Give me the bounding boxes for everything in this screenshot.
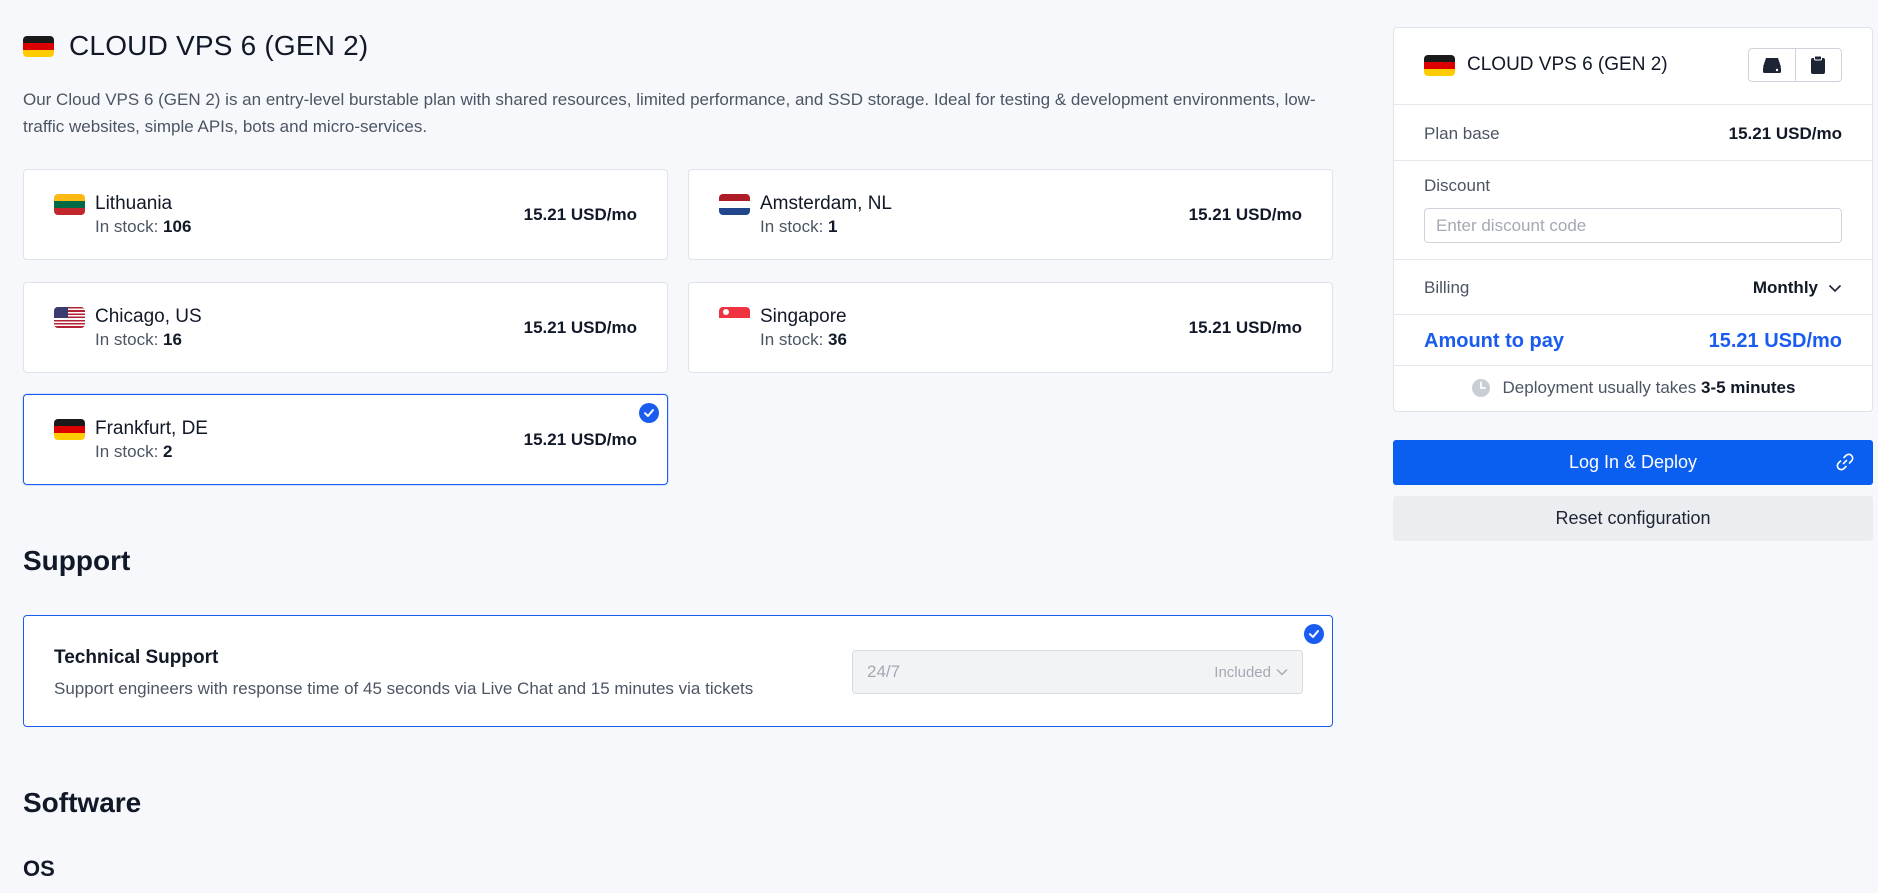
location-stock: In stock: 106 — [95, 216, 192, 236]
checkmark-icon — [1304, 624, 1324, 644]
server-icon — [1762, 58, 1781, 73]
plan-title: CLOUD VPS 6 (GEN 2) — [69, 30, 369, 61]
support-level-select[interactable]: 24/7 Included — [852, 650, 1303, 694]
location-card-frankfurt[interactable]: Frankfurt, DE In stock: 2 15.21 USD/mo — [23, 394, 668, 485]
clipboard-icon — [1811, 55, 1826, 74]
support-card-description: Support engineers with response time of … — [54, 679, 754, 698]
link-icon — [1836, 453, 1854, 471]
summary-title: CLOUD VPS 6 (GEN 2) — [1467, 54, 1668, 75]
billing-label: Billing — [1424, 278, 1470, 297]
netherlands-flag-icon — [719, 194, 750, 215]
location-stock: In stock: 36 — [760, 329, 847, 349]
location-name: Singapore — [760, 305, 847, 327]
support-card-title: Technical Support — [54, 647, 219, 668]
amount-to-pay-label: Amount to pay — [1424, 330, 1564, 352]
summary-header: CLOUD VPS 6 (GEN 2) — [1424, 54, 1668, 76]
location-stock: In stock: 16 — [95, 329, 182, 349]
germany-flag-icon — [23, 35, 54, 57]
support-included-badge: Included — [1214, 664, 1288, 681]
plan-description: Our Cloud VPS 6 (GEN 2) is an entry-leve… — [23, 90, 1316, 136]
checkmark-icon — [639, 403, 659, 423]
plan-base-value: 15.21 USD/mo — [1728, 124, 1842, 143]
location-name: Amsterdam, NL — [760, 192, 892, 214]
location-name: Frankfurt, DE — [95, 417, 208, 439]
os-heading: OS — [23, 856, 55, 881]
amount-to-pay-value: 15.21 USD/mo — [1708, 330, 1842, 352]
location-stock: In stock: 2 — [95, 441, 173, 461]
usa-flag-icon — [54, 307, 85, 328]
location-price: 15.21 USD/mo — [523, 204, 637, 224]
page-title: CLOUD VPS 6 (GEN 2) — [23, 30, 368, 62]
location-name: Chicago, US — [95, 305, 202, 327]
location-card-chicago[interactable]: Chicago, US In stock: 16 15.21 USD/mo — [23, 282, 668, 373]
reset-configuration-button[interactable]: Reset configuration — [1393, 496, 1873, 541]
chevron-down-icon — [1828, 284, 1842, 292]
billing-period-value: Monthly — [1752, 278, 1818, 297]
germany-flag-icon — [1424, 54, 1455, 76]
location-stock: In stock: 1 — [760, 216, 838, 236]
plan-base-label: Plan base — [1424, 124, 1500, 143]
chevron-down-icon — [1276, 669, 1288, 676]
clipboard-icon-button[interactable] — [1794, 49, 1842, 81]
clock-icon — [1471, 379, 1490, 397]
location-card-amsterdam[interactable]: Amsterdam, NL In stock: 1 15.21 USD/mo — [688, 169, 1333, 260]
billing-period-select[interactable]: Monthly — [1753, 278, 1842, 298]
germany-flag-icon — [54, 419, 85, 440]
server-icon-button[interactable] — [1749, 49, 1795, 81]
location-price: 15.21 USD/mo — [1188, 204, 1302, 224]
singapore-flag-icon — [719, 307, 750, 328]
order-summary-panel: CLOUD VPS 6 (GEN 2) Plan base 15.21 USD/… — [1393, 27, 1873, 412]
location-card-lithuania[interactable]: Lithuania In stock: 106 15.21 USD/mo — [23, 169, 668, 260]
support-level-value: 24/7 — [867, 662, 901, 681]
location-card-singapore[interactable]: Singapore In stock: 36 15.21 USD/mo — [688, 282, 1333, 373]
log-in-deploy-button[interactable]: Log In & Deploy — [1393, 440, 1873, 485]
summary-icon-buttons — [1748, 48, 1842, 82]
discount-code-input[interactable] — [1424, 208, 1842, 243]
location-price: 15.21 USD/mo — [1188, 317, 1302, 337]
discount-label: Discount — [1424, 176, 1491, 195]
software-heading: Software — [23, 787, 142, 818]
location-name: Lithuania — [95, 192, 173, 214]
location-price: 15.21 USD/mo — [523, 317, 637, 337]
support-heading: Support — [23, 545, 131, 576]
deployment-time-note: Deployment usually takes 3-5 minutes — [1394, 378, 1872, 398]
location-price: 15.21 USD/mo — [523, 429, 637, 449]
lithuania-flag-icon — [54, 194, 85, 215]
technical-support-card[interactable]: Technical Support Support engineers with… — [23, 615, 1333, 727]
